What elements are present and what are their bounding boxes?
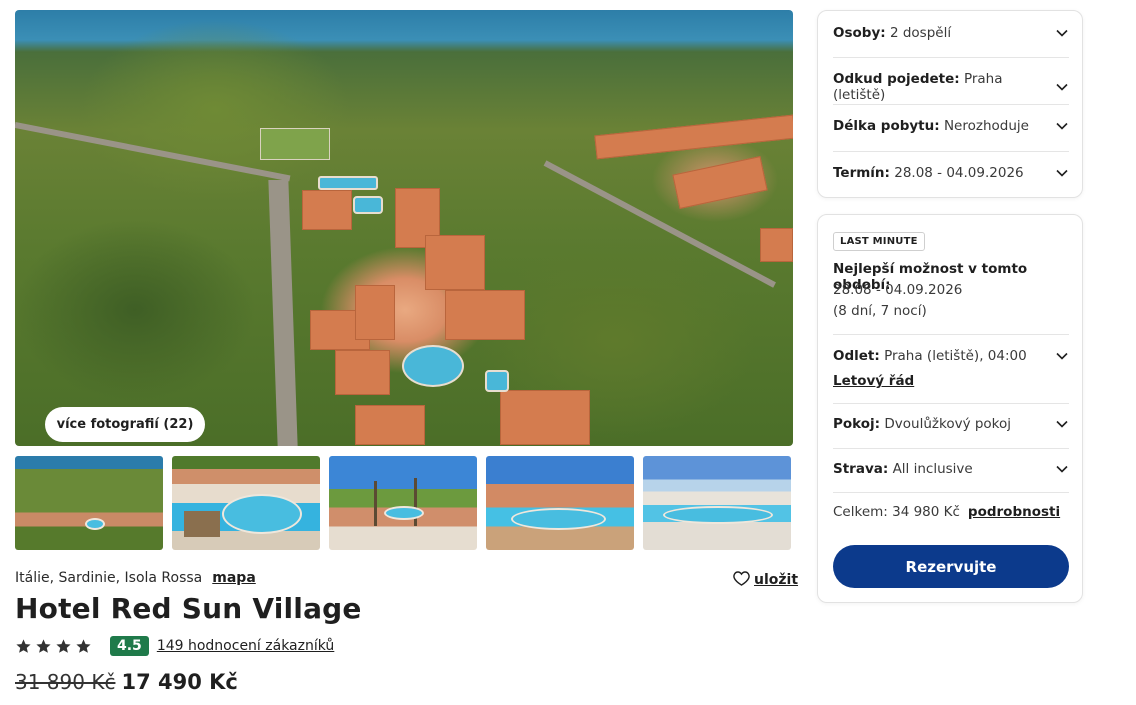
save-button[interactable]: uložit [733, 570, 798, 590]
divider [833, 492, 1069, 493]
details-link[interactable]: podrobnosti [968, 504, 1060, 520]
photo-pool [485, 370, 509, 392]
photo-building [425, 235, 485, 290]
photo-building [335, 350, 390, 395]
room-value: Dvoulůžkový pokoj [884, 416, 1012, 432]
search-filters-panel: Osoby: 2 dospělí Odkud pojedete: Praha (… [817, 10, 1083, 198]
thumbnail-pool [384, 506, 424, 520]
flight-value: Praha (letiště), 04:00 [884, 348, 1027, 364]
photo-pool [402, 345, 464, 387]
board-value: All inclusive [892, 461, 973, 477]
flight-label: Odlet: [833, 348, 880, 364]
save-label: uložit [754, 572, 799, 588]
chevron-down-icon [1056, 465, 1068, 473]
term-value: 28.08 - 04.09.2026 [894, 165, 1024, 181]
thumbnail-pool [222, 494, 302, 534]
reviews-link[interactable]: 149 hodnocení zákazníků [157, 638, 335, 654]
star-icon [76, 638, 91, 653]
flight-select[interactable]: Odlet: Praha (letiště), 04:00 [833, 348, 1069, 364]
flight-schedule-link[interactable]: Letový řád [833, 373, 914, 389]
thumbnail-4[interactable] [486, 456, 634, 550]
total-price-row: Celkem: 34 980 Kč podrobnosti [833, 504, 1060, 520]
chevron-down-icon [1056, 169, 1068, 177]
best-option-dates: 28.08 - 04.09.2026 [833, 282, 963, 298]
hotel-name: Hotel Red Sun Village [15, 592, 362, 625]
persons-label: Osoby: [833, 25, 886, 41]
divider [833, 334, 1069, 335]
board-label: Strava: [833, 461, 889, 477]
photo-building [672, 156, 768, 209]
new-price: 17 490 Kč [121, 670, 238, 694]
photo-tennis-court [260, 128, 330, 160]
term-label: Termín: [833, 165, 890, 181]
length-value: Nerozhoduje [943, 118, 1029, 134]
thumbnail-strip [15, 456, 793, 550]
location-row: Itálie, Sardinie, Isola Rossa mapa [15, 570, 256, 586]
photo-building [355, 285, 395, 340]
departure-label: Odkud pojedete: [833, 71, 960, 87]
map-link[interactable]: mapa [212, 570, 256, 586]
photo-building [355, 405, 425, 445]
reserve-button[interactable]: Rezervujte [833, 545, 1069, 588]
term-select[interactable]: Termín: 28.08 - 04.09.2026 [833, 165, 1069, 181]
length-label: Délka pobytu: [833, 118, 940, 134]
room-select[interactable]: Pokoj: Dvoulůžkový pokoj [833, 416, 1069, 432]
chevron-down-icon [1056, 83, 1068, 91]
main-photo[interactable]: více fotografií (22) [15, 10, 793, 446]
price-row: 31 890 Kč 17 490 Kč [15, 670, 238, 694]
score-badge: 4.5 [110, 636, 149, 656]
divider [833, 151, 1069, 152]
photo-building [760, 228, 793, 262]
divider [833, 57, 1069, 58]
best-option-length: (8 dní, 7 nocí) [833, 303, 927, 319]
departure-select[interactable]: Odkud pojedete: Praha (letiště) [833, 71, 1069, 103]
total-price: Celkem: 34 980 Kč [833, 504, 960, 520]
star-rating [15, 638, 92, 655]
thumbnail-pool [511, 508, 606, 530]
divider [833, 104, 1069, 105]
thumbnail-palm [374, 481, 377, 526]
thumbnail-umbrella [184, 511, 220, 537]
room-label: Pokoj: [833, 416, 881, 432]
star-icon [56, 638, 71, 653]
star-icon [16, 638, 31, 653]
persons-select[interactable]: Osoby: 2 dospělí [833, 25, 1069, 41]
persons-value: 2 dospělí [889, 25, 952, 41]
star-icon [36, 638, 51, 653]
thumbnail-pool [663, 506, 773, 524]
divider [833, 403, 1069, 404]
thumbnail-3[interactable] [329, 456, 477, 550]
more-photos-button[interactable]: více fotografií (22) [45, 407, 205, 442]
thumbnail-5[interactable] [643, 456, 791, 550]
thumbnail-1[interactable] [15, 456, 163, 550]
rating-row: 4.5 149 hodnocení zákazníků [15, 636, 334, 656]
thumbnail-2[interactable] [172, 456, 320, 550]
chevron-down-icon [1056, 352, 1068, 360]
last-minute-badge: LAST MINUTE [833, 232, 925, 251]
length-select[interactable]: Délka pobytu: Nerozhoduje [833, 118, 1069, 134]
photo-building [594, 114, 793, 160]
photo-pool [318, 176, 378, 190]
board-select[interactable]: Strava: All inclusive [833, 461, 1069, 477]
old-price: 31 890 Kč [15, 670, 116, 694]
photo-road [15, 122, 291, 182]
location-text: Itálie, Sardinie, Isola Rossa [15, 570, 203, 586]
photo-building [500, 390, 590, 445]
photo-building [445, 290, 525, 340]
photo-road [268, 180, 298, 446]
offer-panel: LAST MINUTE Nejlepší možnost v tomto obd… [817, 214, 1083, 603]
photo-pool [353, 196, 383, 214]
thumbnail-pool [85, 518, 105, 530]
chevron-down-icon [1056, 420, 1068, 428]
divider [833, 448, 1069, 449]
chevron-down-icon [1056, 29, 1068, 37]
photo-building [302, 190, 352, 230]
heart-icon [733, 570, 750, 590]
chevron-down-icon [1056, 122, 1068, 130]
